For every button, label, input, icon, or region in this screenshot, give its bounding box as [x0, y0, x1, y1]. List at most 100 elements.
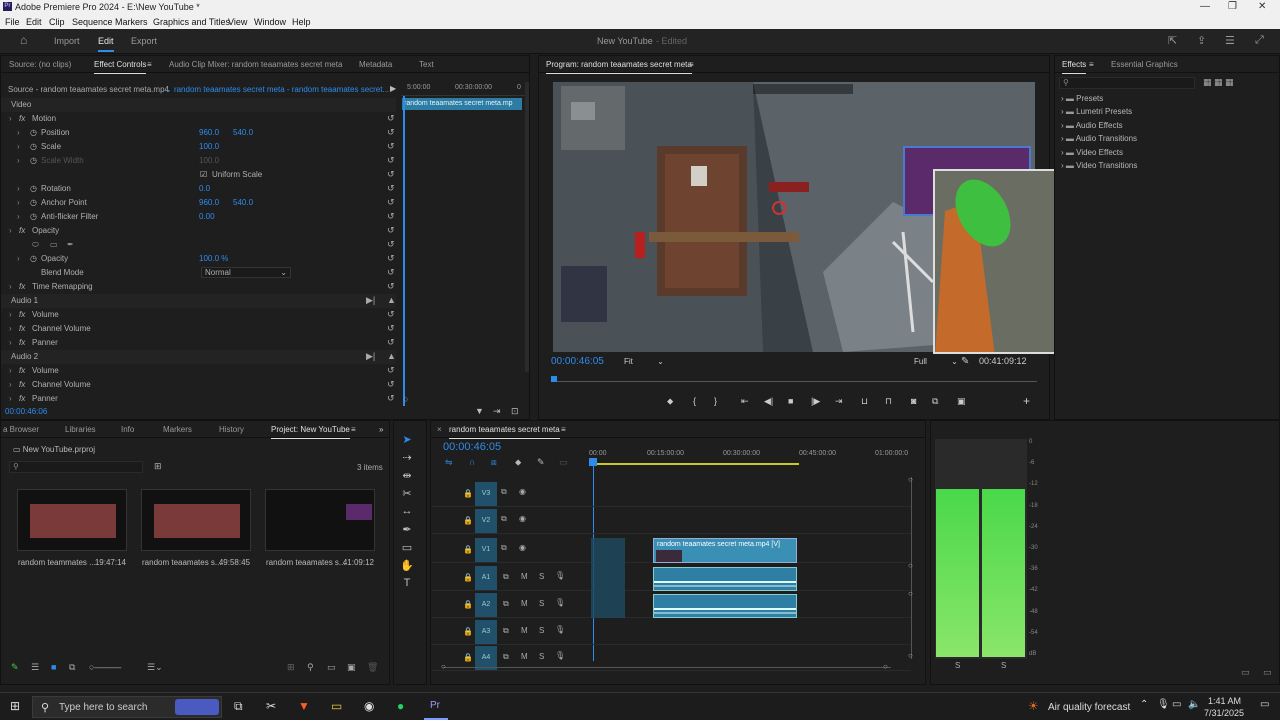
expand-chevron-icon[interactable]: › [9, 380, 12, 389]
weather-icon[interactable]: ☀ [1028, 699, 1039, 713]
tab-source[interactable]: Source: (no clips) [9, 60, 71, 69]
close-sequence-icon[interactable]: × [437, 425, 442, 434]
effect-value[interactable]: 100.0 [199, 156, 219, 165]
track-target[interactable]: V3 [475, 482, 497, 506]
video-clip[interactable]: random teaamates secret meta.mp4 [V] [653, 538, 797, 563]
slip-icon[interactable]: ↔ [400, 505, 414, 517]
mark-out-icon[interactable]: } [714, 396, 717, 406]
sync-lock-icon[interactable]: ⧉ [501, 514, 507, 524]
expand-chevron-icon[interactable]: › [9, 226, 12, 235]
fullscreen-icon[interactable]: ⤢ [1255, 34, 1264, 47]
effect-value[interactable]: 100.0 [199, 142, 219, 151]
stopwatch-icon[interactable]: ◷ [30, 198, 37, 207]
lock-icon[interactable]: 🔒 [463, 600, 473, 609]
reset-icon[interactable]: ↺ [387, 113, 395, 124]
lock-icon[interactable]: 🔒 [463, 573, 473, 582]
effect-row[interactable]: › ◷ Scale Width 100.0 ↺ [1, 154, 396, 168]
panel-resize-icon-2[interactable]: ▭ [1263, 667, 1272, 678]
effects-folder[interactable]: › ▬ Lumetri Presets [1061, 107, 1132, 116]
menu-sequence[interactable]: Sequence [72, 17, 113, 27]
blend-mode-select[interactable]: Normal ⌄ [201, 267, 291, 278]
sequence-clip-line[interactable]: ⌄ random teaamates secret meta - random … [165, 85, 389, 94]
reset-icon[interactable]: ↺ [387, 155, 395, 166]
filter-icon[interactable]: ▼ [475, 406, 484, 416]
pen-icon[interactable]: ✒ [400, 523, 414, 536]
reset-icon[interactable]: ↺ [387, 197, 395, 208]
type-tool-icon[interactable]: T [400, 577, 414, 589]
collapse-icon[interactable]: ▲ [387, 351, 396, 361]
effect-row[interactable]: › fx Panner ↺ [1, 336, 396, 350]
effect-row[interactable]: Video [1, 98, 396, 112]
track-target[interactable]: V1 [475, 538, 497, 562]
go-to-out-icon[interactable]: ⇥ [835, 396, 843, 407]
lock-icon[interactable]: 🔒 [463, 627, 473, 636]
audio-play-icon[interactable]: ▶| [366, 295, 375, 306]
tab-audio-clip-mixer[interactable]: Audio Clip Mixer: random teaamates secre… [169, 60, 342, 69]
stop-icon[interactable]: ■ [788, 396, 793, 406]
volume-icon[interactable]: 🔈 [1188, 699, 1200, 710]
tab-markers[interactable]: Markers [163, 425, 192, 434]
selection-tool-icon[interactable]: ➤ [400, 433, 414, 446]
tab-metadata[interactable]: Metadata [359, 60, 392, 69]
ellipse-mask-icon[interactable]: ⬭ [32, 240, 39, 250]
expand-chevron-icon[interactable]: › [9, 366, 12, 375]
record-mic-icon[interactable]: 🎙 [555, 598, 565, 607]
work-area-bar[interactable] [589, 463, 799, 465]
tab-essential-graphics[interactable]: Essential Graphics [1111, 60, 1178, 69]
reset-icon[interactable]: ↺ [387, 379, 395, 390]
lock-icon[interactable]: 🔒 [463, 653, 473, 662]
menu-markers[interactable]: Markers [115, 17, 148, 27]
record-mic-icon[interactable]: 🎙 [555, 571, 565, 580]
pen-mask-icon[interactable]: ✒ [67, 240, 74, 249]
sync-lock-icon[interactable]: ⧉ [501, 543, 507, 553]
stopwatch-icon[interactable]: ◷ [30, 212, 37, 221]
effect-row[interactable]: › fx Panner ↺ [1, 392, 396, 406]
new-bin-icon[interactable]: ⊞ [154, 461, 162, 472]
stopwatch-icon[interactable]: ◷ [30, 142, 37, 151]
timeline-hscroll[interactable]: ○ ○ [441, 662, 891, 671]
solo-right-button[interactable]: S [1001, 661, 1006, 670]
add-marker-icon[interactable]: ⬥ [515, 457, 521, 468]
effect-row[interactable]: › fx Volume ↺ [1, 308, 396, 322]
track-target[interactable]: V2 [475, 509, 497, 533]
snap-icon[interactable]: ∩ [469, 457, 475, 467]
effect-value[interactable]: 540.0 [233, 198, 253, 207]
go-to-in-icon[interactable]: ⇤ [741, 396, 749, 407]
effects-menu-icon[interactable]: ≡ [1089, 60, 1094, 69]
zoom-circle-icon[interactable]: ○ [403, 394, 408, 404]
export-frame-icon[interactable]: ⇥ [493, 406, 501, 417]
project-search-input[interactable]: ⚲ [9, 461, 143, 473]
effect-value[interactable]: 100.0 % [199, 254, 228, 263]
tab-text[interactable]: Text [419, 60, 434, 69]
effects-folder[interactable]: › ▬ Video Effects [1061, 148, 1123, 157]
timeline-track[interactable]: 🔒 V3 ⧉ ◉ [431, 481, 911, 507]
effect-row[interactable]: › fx Time Remapping ↺ [1, 280, 396, 294]
effect-row[interactable]: Blend Mode Normal ⌄ ↺ [1, 266, 396, 280]
sync-lock-icon[interactable]: ⧉ [503, 652, 509, 662]
app-icon-brave[interactable]: ▼ [298, 699, 310, 713]
reset-icon[interactable]: ↺ [387, 169, 395, 180]
stopwatch-icon[interactable]: ◷ [30, 156, 37, 165]
reset-icon[interactable]: ↺ [387, 365, 395, 376]
timeline-track[interactable]: 🔒 V2 ⧉ ◉ [431, 508, 911, 534]
camera-icon[interactable]: ◙ [911, 396, 916, 406]
expand-chevron-icon[interactable]: › [17, 254, 20, 263]
solo-button[interactable]: S [539, 652, 544, 661]
mini-playhead[interactable] [403, 96, 405, 406]
reset-icon[interactable]: ↺ [387, 393, 395, 404]
freeform-view-icon[interactable]: ⧉ [69, 662, 75, 673]
step-forward-icon[interactable]: |▶ [811, 396, 820, 407]
scrubber-playhead[interactable] [551, 376, 557, 382]
expand-chevron-icon[interactable]: › [17, 128, 20, 137]
expand-chevron-icon[interactable]: › [9, 114, 12, 123]
effects-search-input[interactable]: ⚲ [1059, 77, 1195, 89]
project-item[interactable]: random teaamates s... 49:58:45 [141, 489, 251, 567]
solo-left-button[interactable]: S [955, 661, 960, 670]
panel-options-icon[interactable]: ⊡ [511, 406, 519, 417]
delete-icon[interactable]: 🗑 [367, 662, 378, 673]
effect-row[interactable]: › fx Channel Volume ↺ [1, 322, 396, 336]
lock-icon[interactable]: 🔒 [463, 489, 473, 498]
effect-value[interactable]: 960.0 [199, 198, 219, 207]
mute-button[interactable]: M [521, 599, 528, 608]
expand-chevron-icon[interactable]: › [9, 338, 12, 347]
